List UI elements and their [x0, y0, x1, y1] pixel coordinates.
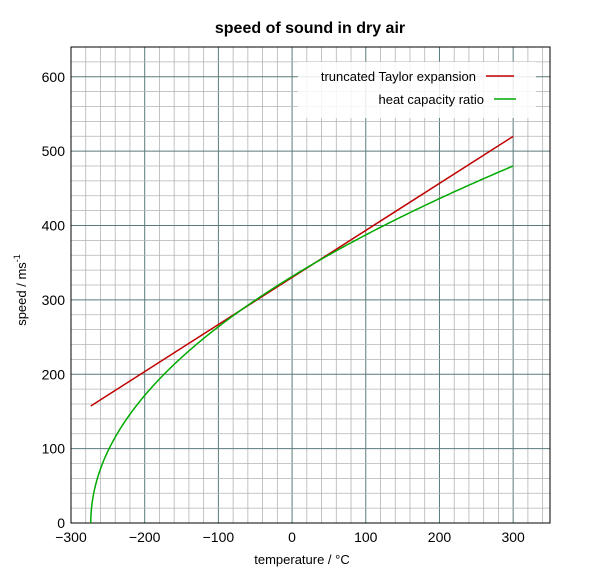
x-axis-label: temperature / °C [254, 552, 350, 567]
x-tick-label: 300 [501, 529, 525, 545]
legend: truncated Taylor expansion heat capacity… [298, 62, 536, 118]
legend-label-heat-capacity: heat capacity ratio [378, 92, 484, 107]
y-axis-label-superscript: -1 [12, 254, 22, 262]
y-tick-label: 500 [42, 143, 66, 159]
axis-ticks: −300 −200 −100 0 100 200 300 0 100 200 300 400 500 60… [42, 69, 525, 545]
x-tick-label: 0 [288, 529, 296, 545]
chart-title: speed of sound in dry air [215, 20, 405, 37]
y-axis-label-main: speed / ms [14, 262, 29, 326]
x-tick-label: 200 [428, 529, 452, 545]
x-tick-label: 100 [354, 529, 378, 545]
x-tick-label: −100 [203, 529, 235, 545]
y-tick-label: 300 [42, 292, 66, 308]
grid [70, 46, 550, 524]
chart: speed of sound in dry air −300 −200 −100 0 1… [12, 20, 551, 567]
x-tick-label: −200 [129, 529, 161, 545]
y-tick-label: 100 [42, 441, 66, 457]
legend-label-taylor: truncated Taylor expansion [321, 69, 476, 84]
y-tick-label: 200 [42, 366, 66, 382]
y-tick-label: 600 [42, 69, 66, 85]
x-tick-label: −300 [55, 529, 87, 545]
y-tick-label: 400 [42, 218, 66, 234]
y-tick-label: 0 [57, 515, 65, 531]
y-axis-label: speed / ms-1 [12, 254, 29, 326]
